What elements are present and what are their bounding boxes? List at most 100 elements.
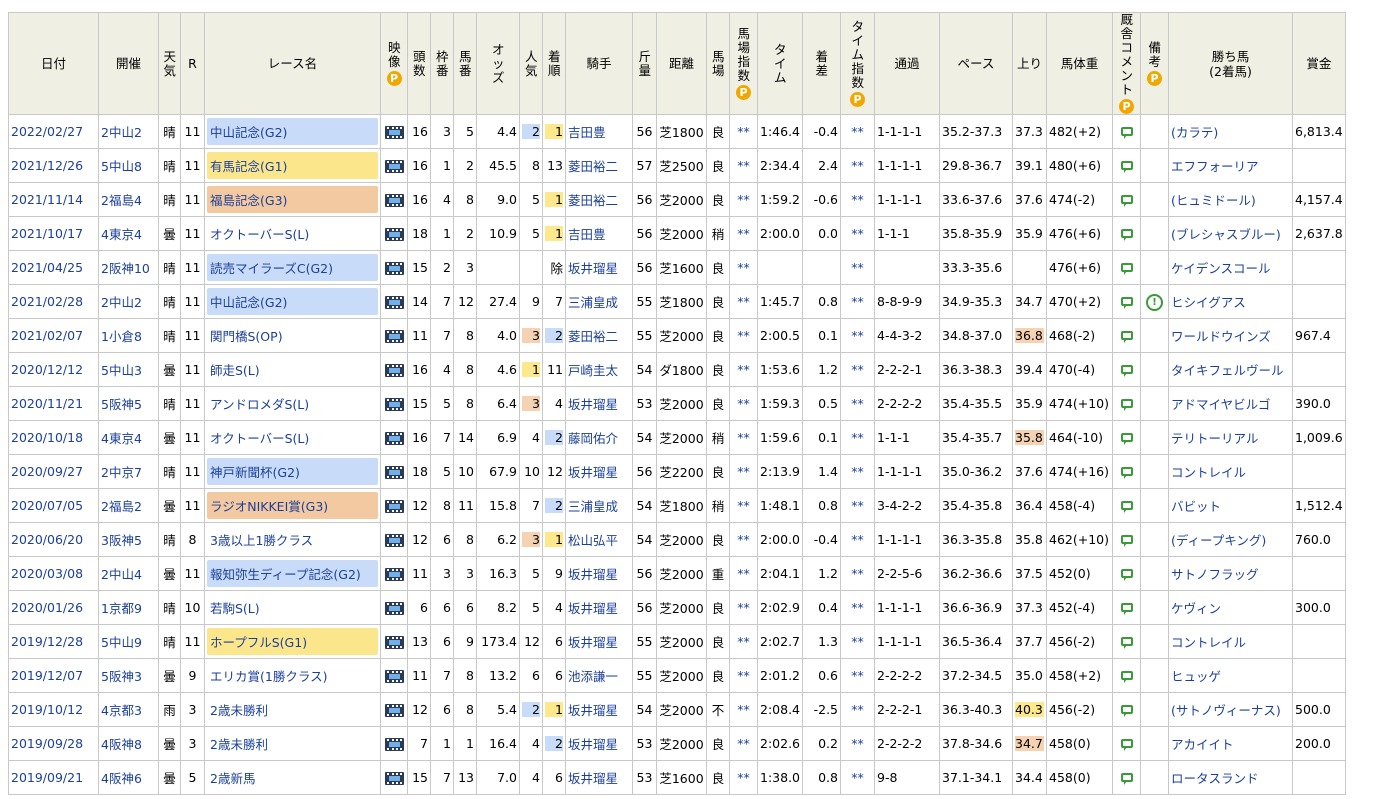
video-icon[interactable]	[384, 262, 404, 275]
track-index-value[interactable]: **	[737, 294, 750, 309]
winner-link[interactable]: ヒシイグアス	[1171, 295, 1246, 310]
video-icon[interactable]	[384, 670, 404, 683]
time-index-value[interactable]: **	[851, 396, 864, 411]
comment-bubble-icon[interactable]	[1120, 195, 1133, 207]
venue-link[interactable]: 5中山9	[101, 635, 142, 650]
comment-bubble-icon[interactable]	[1120, 229, 1133, 241]
time-index-value[interactable]: **	[851, 634, 864, 649]
jockey-link[interactable]: 坂井瑠星	[568, 737, 618, 752]
video-icon[interactable]	[384, 602, 404, 615]
time-index-value[interactable]: **	[851, 260, 864, 275]
jockey-link[interactable]: 菱田裕二	[568, 329, 618, 344]
time-index-value[interactable]: **	[851, 124, 864, 139]
comment-bubble-icon[interactable]	[1120, 365, 1133, 377]
header-frame[interactable]: 枠番	[430, 12, 454, 115]
time-index-value[interactable]: **	[851, 192, 864, 207]
winner-link[interactable]: エフフォーリア	[1171, 159, 1259, 174]
jockey-link[interactable]: 坂井瑠星	[568, 567, 618, 582]
date-link[interactable]: 2019/12/28	[11, 634, 83, 649]
video-icon[interactable]	[384, 160, 404, 173]
header-video[interactable]: 映像 P	[380, 12, 408, 115]
jockey-link[interactable]: 坂井瑠星	[568, 635, 618, 650]
header-stable-comment[interactable]: 厩舎コメント P	[1112, 12, 1141, 115]
jockey-link[interactable]: 吉田豊	[568, 227, 606, 242]
jockey-link[interactable]: 坂井瑠星	[568, 397, 618, 412]
winner-link[interactable]: テリトーリアル	[1171, 431, 1258, 446]
track-index-value[interactable]: **	[737, 498, 750, 513]
venue-link[interactable]: 4阪神6	[101, 771, 142, 786]
venue-link[interactable]: 4東京4	[101, 227, 142, 242]
race-name-link[interactable]: 神戸新聞杯(G2)	[207, 458, 378, 485]
race-name-link[interactable]: 有馬記念(G1)	[207, 152, 378, 179]
venue-link[interactable]: 2阪神10	[101, 261, 150, 276]
date-link[interactable]: 2019/09/21	[11, 770, 83, 785]
date-link[interactable]: 2019/10/12	[11, 702, 83, 717]
time-index-value[interactable]: **	[851, 430, 864, 445]
race-name-link[interactable]: エリカ賞(1勝クラス)	[207, 662, 378, 689]
time-index-value[interactable]: **	[851, 736, 864, 751]
race-name-link[interactable]: ラジオNIKKEI賞(G3)	[207, 492, 378, 519]
header-race-name[interactable]: レース名	[204, 12, 381, 115]
header-horse-no[interactable]: 馬番	[453, 12, 477, 115]
winner-link[interactable]: ワールドウインズ	[1171, 329, 1271, 344]
date-link[interactable]: 2021/02/28	[11, 294, 83, 309]
time-index-value[interactable]: **	[851, 464, 864, 479]
comment-bubble-icon[interactable]	[1120, 501, 1133, 513]
video-icon[interactable]	[384, 296, 404, 309]
comment-bubble-icon[interactable]	[1120, 535, 1133, 547]
jockey-link[interactable]: 菱田裕二	[568, 159, 618, 174]
track-index-value[interactable]: **	[737, 566, 750, 581]
header-passing[interactable]: 通過	[874, 12, 940, 115]
time-index-value[interactable]: **	[851, 362, 864, 377]
time-index-value[interactable]: **	[851, 532, 864, 547]
time-index-value[interactable]: **	[851, 702, 864, 717]
header-last3f[interactable]: 上り	[1012, 12, 1047, 115]
header-pace[interactable]: ペース	[939, 12, 1013, 115]
header-pop[interactable]: 人気	[519, 12, 543, 115]
header-time-index[interactable]: タイム指数 P	[840, 12, 875, 115]
comment-bubble-icon[interactable]	[1120, 127, 1133, 139]
video-icon[interactable]	[384, 534, 404, 547]
winner-link[interactable]: アカイイト	[1171, 737, 1234, 752]
comment-bubble-icon[interactable]	[1120, 331, 1133, 343]
jockey-link[interactable]: 三浦皇成	[568, 295, 618, 310]
video-icon[interactable]	[384, 194, 404, 207]
track-index-value[interactable]: **	[737, 702, 750, 717]
date-link[interactable]: 2019/09/28	[11, 736, 83, 751]
video-icon[interactable]	[384, 738, 404, 751]
track-index-value[interactable]: **	[737, 464, 750, 479]
video-icon[interactable]	[384, 568, 404, 581]
jockey-link[interactable]: 戸崎圭太	[568, 363, 618, 378]
header-weight[interactable]: 斤量	[632, 12, 657, 115]
track-index-value[interactable]: **	[737, 362, 750, 377]
winner-link[interactable]: (ヒュミドール)	[1171, 193, 1256, 208]
comment-bubble-icon[interactable]	[1120, 603, 1133, 615]
winner-link[interactable]: バビット	[1171, 499, 1221, 514]
venue-link[interactable]: 2中山2	[101, 125, 142, 140]
race-name-link[interactable]: 読売マイラーズC(G2)	[207, 254, 378, 281]
race-name-link[interactable]: オクトーバーS(L)	[207, 424, 378, 451]
date-link[interactable]: 2021/12/26	[11, 158, 83, 173]
date-link[interactable]: 2020/11/21	[11, 396, 83, 411]
winner-link[interactable]: サトノフラッグ	[1171, 567, 1259, 582]
venue-link[interactable]: 2中京7	[101, 465, 142, 480]
race-name-link[interactable]: 関門橋S(OP)	[207, 322, 378, 349]
time-index-value[interactable]: **	[851, 668, 864, 683]
track-index-value[interactable]: **	[737, 124, 750, 139]
race-name-link[interactable]: 師走S(L)	[207, 356, 378, 383]
video-icon[interactable]	[384, 466, 404, 479]
winner-link[interactable]: アドマイヤビルゴ	[1171, 397, 1270, 412]
video-icon[interactable]	[384, 126, 404, 139]
winner-link[interactable]: (サトノヴィーナス)	[1171, 703, 1281, 718]
track-index-value[interactable]: **	[737, 430, 750, 445]
date-link[interactable]: 2021/10/17	[11, 226, 83, 241]
track-index-value[interactable]: **	[737, 736, 750, 751]
date-link[interactable]: 2021/11/14	[11, 192, 83, 207]
venue-link[interactable]: 2中山4	[101, 567, 142, 582]
date-link[interactable]: 2020/12/12	[11, 362, 83, 377]
video-icon[interactable]	[384, 636, 404, 649]
date-link[interactable]: 2021/04/25	[11, 260, 83, 275]
venue-link[interactable]: 4京都3	[101, 703, 142, 718]
track-index-value[interactable]: **	[737, 770, 750, 785]
race-name-link[interactable]: アンドロメダS(L)	[207, 390, 378, 417]
